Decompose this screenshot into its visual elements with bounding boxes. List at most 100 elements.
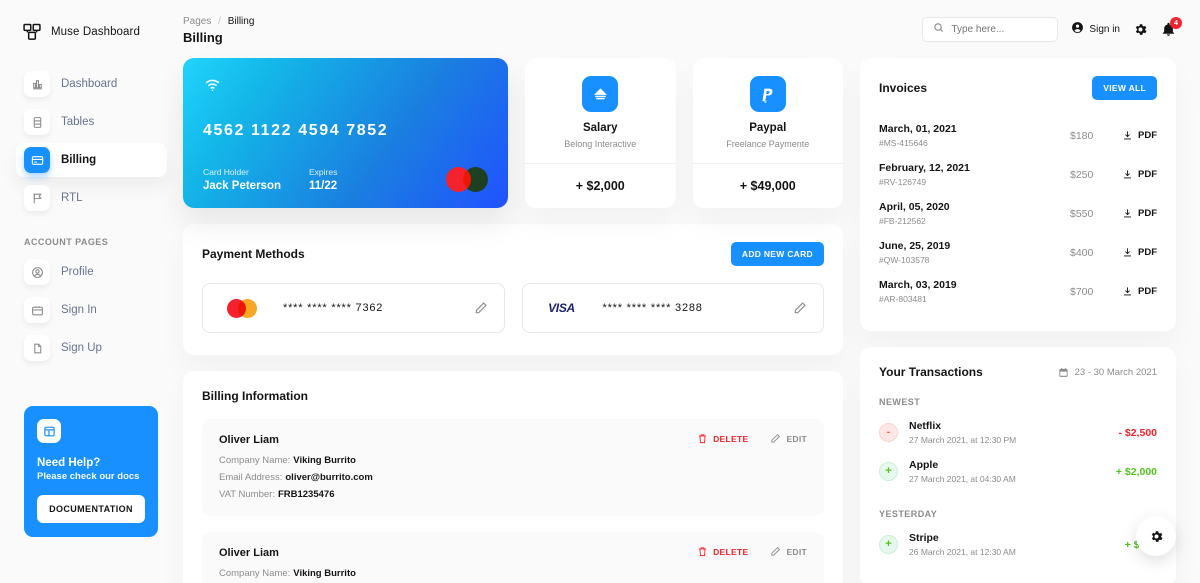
delete-button[interactable]: DELETE (697, 433, 748, 444)
delete-label: DELETE (713, 546, 749, 557)
invoice-amount: $250 (1070, 168, 1094, 181)
card-expires-label: Expires (309, 167, 338, 177)
mastercard-icon (446, 167, 488, 192)
invoice-pdf-button[interactable]: PDF (1122, 247, 1157, 258)
transaction-time: 27 March 2021, at 04:30 AM (909, 474, 1016, 484)
sidebar-item-billing[interactable]: Billing (16, 143, 167, 177)
email-label: Email Address: (219, 472, 283, 483)
payment-methods-title: Payment Methods (202, 247, 305, 261)
invoices-card: Invoices VIEW ALL March, 01, 2021 #MS-41… (860, 58, 1176, 331)
card-holder-field: Card Holder Jack Peterson (203, 167, 281, 192)
breadcrumb-current: Billing (227, 15, 255, 27)
payment-method-number: **** **** **** 7362 (283, 302, 384, 314)
main-content: Pages / Billing Billing Sign i (183, 0, 1200, 583)
transaction-row: + Stripe 26 March 2021, at 12:30 AM + $7… (879, 525, 1157, 564)
help-subtitle: Please check our docs (37, 471, 140, 482)
download-icon (1122, 286, 1133, 297)
sidebar-item-profile[interactable]: Profile (16, 255, 167, 289)
invoice-row: June, 25, 2019 #QW-103578 $400 PDF (879, 233, 1157, 272)
invoice-date: June, 25, 2019 (879, 240, 951, 252)
pdf-label: PDF (1138, 247, 1157, 258)
company-label: Company Name: (219, 568, 291, 579)
company-value: Viking Burrito (293, 455, 356, 466)
sidebar-section-label: ACCOUNT PAGES (24, 237, 109, 247)
pencil-icon[interactable] (474, 301, 488, 315)
settings-button[interactable] (1133, 22, 1148, 37)
flag-icon (24, 185, 50, 211)
invoice-date: March, 03, 2019 (879, 279, 957, 291)
trash-icon (697, 433, 708, 444)
sidebar-item-sign-up[interactable]: Sign Up (16, 331, 167, 365)
invoice-date: April, 05, 2020 (879, 201, 950, 213)
sidebar-item-rtl[interactable]: RTL (16, 181, 167, 215)
invoice-amount: $700 (1070, 285, 1094, 298)
plus-circle-icon: + (879, 535, 898, 554)
visa-icon: VISA (539, 301, 585, 315)
profile-icon (24, 259, 50, 285)
invoice-pdf-button[interactable]: PDF (1122, 130, 1157, 141)
transactions-title: Your Transactions (879, 365, 983, 379)
invoice-pdf-button[interactable]: PDF (1122, 208, 1157, 219)
invoice-row: February, 12, 2021 #RV-126749 $250 PDF (879, 155, 1157, 194)
transaction-group-label: NEWEST (879, 397, 921, 407)
billing-information-card: Billing Information Oliver Liam Company … (183, 371, 843, 583)
edit-button[interactable]: EDIT (770, 546, 807, 557)
payment-method-mastercard[interactable]: **** **** **** 7362 (202, 283, 505, 333)
settings-fab[interactable] (1136, 516, 1176, 556)
card-expires-value: 11/22 (309, 180, 338, 192)
cards-row: 4562 1122 4594 7852 Card Holder Jack Pet… (183, 58, 843, 208)
sidebar-item-dashboard[interactable]: Dashboard (16, 67, 167, 101)
email-value: oliver@burrito.com (285, 472, 373, 483)
card-holder-label: Card Holder (203, 167, 249, 177)
sidebar-item-tables[interactable]: Tables (16, 105, 167, 139)
card-holder-value: Jack Peterson (203, 180, 281, 192)
invoice-amount: $180 (1070, 129, 1094, 142)
download-icon (1122, 130, 1133, 141)
download-icon (1122, 208, 1133, 219)
search-box[interactable] (922, 16, 1059, 42)
search-input[interactable] (951, 23, 1048, 35)
sign-in-link[interactable]: Sign in (1071, 21, 1120, 37)
page-title: Billing (183, 29, 223, 45)
transaction-row: + Apple 27 March 2021, at 04:30 AM + $2,… (879, 452, 1157, 491)
mini-card-name: Salary (582, 122, 618, 134)
company-value: Viking Burrito (293, 568, 356, 579)
vat-label: VAT Number: (219, 489, 275, 500)
documentation-button[interactable]: DOCUMENTATION (37, 495, 145, 523)
sidebar-item-label: Billing (61, 154, 97, 166)
breadcrumb-root[interactable]: Pages (183, 16, 211, 27)
visa-label: VISA (548, 301, 575, 315)
grid-blocks-icon (22, 22, 42, 42)
invoice-date: February, 12, 2021 (879, 162, 970, 174)
payment-methods-card: Payment Methods ADD NEW CARD **** **** *… (183, 224, 843, 355)
invoice-pdf-button[interactable]: PDF (1122, 286, 1157, 297)
tables-icon (24, 109, 50, 135)
user-circle-icon (1071, 21, 1084, 37)
brand[interactable]: Muse Dashboard (16, 16, 167, 42)
dashboard-icon (24, 71, 50, 97)
notifications-button[interactable]: 4 (1161, 16, 1182, 37)
sign-in-label: Sign in (1089, 23, 1120, 35)
delete-button[interactable]: DELETE (697, 546, 748, 557)
eject-icon (582, 76, 619, 112)
invoice-pdf-button[interactable]: PDF (1122, 169, 1157, 180)
sidebar-item-label: Sign In (61, 304, 97, 316)
mastercard-icon (219, 298, 265, 318)
edit-button[interactable]: EDIT (770, 433, 807, 444)
invoice-amount: $400 (1070, 246, 1094, 259)
payment-method-visa[interactable]: VISA **** **** **** 3288 (521, 283, 824, 333)
sidebar-item-sign-in[interactable]: Sign In (16, 293, 167, 327)
add-new-card-button[interactable]: ADD NEW CARD (730, 242, 824, 266)
sidebar-item-label: Dashboard (61, 78, 118, 90)
transaction-amount: + $2,000 (1115, 465, 1157, 478)
view-all-button[interactable]: VIEW ALL (1092, 76, 1157, 100)
mini-card-amount: + $2,000 (525, 163, 676, 208)
edit-label: EDIT (786, 433, 807, 444)
pencil-icon (770, 433, 781, 444)
pencil-icon[interactable] (793, 301, 807, 315)
card-number: 4562 1122 4594 7852 (203, 121, 389, 139)
transaction-time: 26 March 2021, at 12:30 AM (909, 547, 1016, 557)
date-range-picker[interactable]: 23 - 30 March 2021 (1058, 367, 1157, 378)
invoice-row: April, 05, 2020 #FB-212562 $550 PDF (879, 194, 1157, 233)
breadcrumb: Pages / Billing Billing (183, 14, 254, 45)
